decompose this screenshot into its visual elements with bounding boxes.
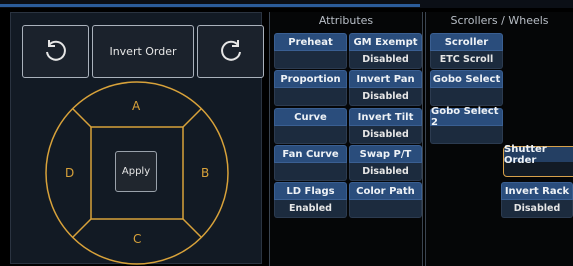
attribute-label: Fan Curve: [274, 145, 347, 163]
attribute-value: Disabled: [349, 51, 422, 69]
attribute-preheat-button[interactable]: Preheat: [274, 33, 347, 69]
attribute-label: Invert Pan: [349, 70, 422, 88]
attribute-value: Disabled: [349, 88, 422, 106]
invert-rack-value: Disabled: [501, 200, 573, 218]
attribute-label: Proportion: [274, 70, 347, 88]
attribute-value: [274, 163, 347, 181]
attribute-invert-pan-button[interactable]: Invert Pan Disabled: [349, 70, 422, 106]
segment-d-label[interactable]: D: [65, 166, 74, 180]
attribute-fan-curve-button[interactable]: Fan Curve: [274, 145, 347, 181]
attribute-value: [349, 200, 422, 218]
attribute-proportion-button[interactable]: Proportion: [274, 70, 347, 106]
invert-rack-label: Invert Rack: [501, 182, 573, 200]
scrollers-title: Scrollers / Wheels: [450, 14, 549, 27]
scroller-label: Scroller: [430, 33, 503, 51]
attribute-invert-tilt-button[interactable]: Invert Tilt Disabled: [349, 108, 422, 144]
attribute-value: Enabled: [274, 200, 347, 218]
attribute-ld-flags-button[interactable]: LD Flags Enabled: [274, 182, 347, 218]
top-tab-indicator: [0, 4, 420, 7]
top-strip: [0, 0, 573, 8]
scrollers-column: Scrollers / Wheels Scroller ETC Scroll G…: [425, 12, 573, 266]
gobo-select-2-value: [430, 126, 503, 144]
gobo-select-button[interactable]: Gobo Select: [430, 70, 503, 106]
shutter-order-button[interactable]: Shutter Order: [503, 144, 573, 177]
attribute-value: Disabled: [349, 163, 422, 181]
attribute-value: [274, 88, 347, 106]
scroller-value: ETC Scroll: [430, 51, 503, 69]
gobo-select-2-label: Gobo Select 2: [430, 106, 503, 128]
apply-label: Apply: [121, 166, 151, 177]
attribute-gm-exempt-button[interactable]: GM Exempt Disabled: [349, 33, 422, 69]
gobo-select-value: [430, 88, 503, 106]
apply-button[interactable]: Apply: [115, 151, 157, 192]
scroller-button[interactable]: Scroller ETC Scroll: [430, 33, 503, 69]
attribute-label: LD Flags: [274, 182, 347, 200]
attribute-swap-pt-button[interactable]: Swap P/T Disabled: [349, 145, 422, 181]
attribute-curve-button[interactable]: Curve: [274, 108, 347, 144]
segment-c-label[interactable]: C: [133, 232, 141, 246]
attribute-label: Color Path: [349, 182, 422, 200]
attribute-label: GM Exempt: [349, 33, 422, 51]
attribute-label: Curve: [274, 108, 347, 126]
gobo-select-label: Gobo Select: [430, 70, 503, 88]
attribute-label: Swap P/T: [349, 145, 422, 163]
left-panel: Invert Order A B C D Apply: [10, 12, 264, 265]
attribute-label: Invert Tilt: [349, 108, 422, 126]
segment-a-label[interactable]: A: [132, 99, 140, 113]
attribute-label: Preheat: [274, 33, 347, 51]
gobo-select-2-button[interactable]: Gobo Select 2: [430, 106, 503, 144]
segment-b-label[interactable]: B: [201, 166, 209, 180]
attribute-value: [274, 126, 347, 144]
attribute-value: Disabled: [349, 126, 422, 144]
attribute-color-path-button[interactable]: Color Path: [349, 182, 422, 218]
shutter-order-label: Shutter Order: [504, 144, 573, 166]
attributes-column: Attributes Preheat GM Exempt Disabled Pr…: [269, 12, 423, 266]
shutter-wheel: [45, 81, 229, 265]
attributes-title: Attributes: [318, 14, 374, 27]
invert-rack-button[interactable]: Invert Rack Disabled: [501, 182, 573, 218]
attribute-value: [274, 51, 347, 69]
